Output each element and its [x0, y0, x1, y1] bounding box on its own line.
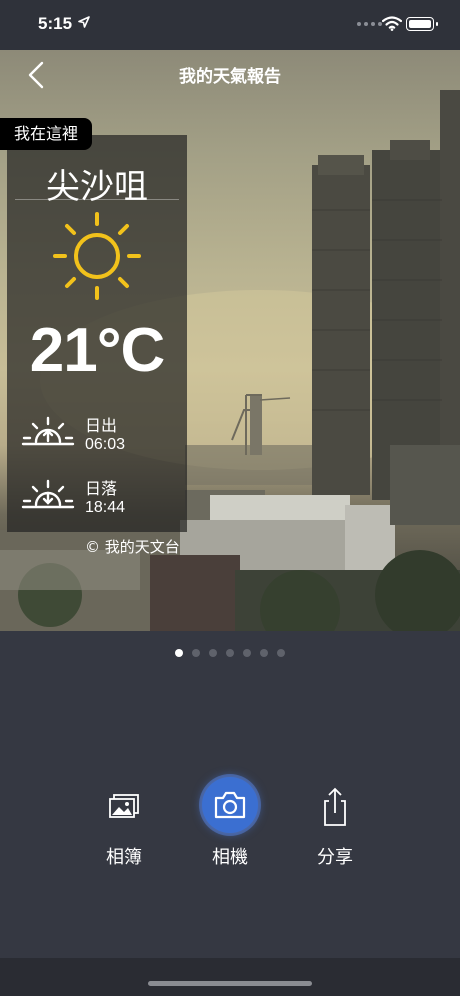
sunrise-label: 日出	[85, 416, 118, 435]
divider	[15, 199, 179, 200]
sunset-time: 18:44	[85, 499, 126, 516]
battery-icon	[406, 17, 438, 31]
camera-icon	[214, 791, 246, 819]
wifi-icon	[382, 16, 402, 31]
location-arrow-icon	[78, 16, 90, 28]
sunrise-icon	[21, 416, 75, 446]
cellular-signal-icon	[357, 22, 382, 26]
photo-album-icon	[109, 794, 139, 818]
page-dot[interactable]	[260, 649, 268, 657]
album-label: 相簿	[106, 847, 142, 868]
status-bar: 5:15	[0, 0, 460, 50]
page-dot[interactable]	[277, 649, 285, 657]
sunset-icon	[21, 479, 75, 509]
page-dot[interactable]	[209, 649, 217, 657]
sunrise-time: 06:03	[85, 436, 126, 453]
sunset-label: 日落	[85, 479, 118, 498]
page-indicator[interactable]	[0, 649, 460, 657]
screen: 5:15 我的天氣報告 尖沙咀 21°C 日出 06:03 日落 18:44 我…	[0, 0, 460, 996]
camera-label: 相機	[212, 847, 248, 868]
share-icon	[324, 787, 346, 826]
weather-card: 尖沙咀 21°C 日出 06:03 日落 18:44	[7, 135, 187, 532]
page-dot[interactable]	[175, 649, 183, 657]
copyright-text: © 我的天文台	[85, 538, 180, 556]
location-tag: 我在這裡	[0, 118, 93, 150]
bottom-bar	[0, 958, 460, 996]
page-dot[interactable]	[192, 649, 200, 657]
status-time: 5:15	[38, 14, 73, 33]
sunny-icon	[53, 212, 141, 300]
home-indicator[interactable]	[148, 981, 312, 986]
share-label: 分享	[317, 847, 353, 868]
camera-button[interactable]: 相機	[190, 777, 270, 868]
sunset-row: 日落 18:44	[21, 478, 181, 522]
sunrise-row: 日出 06:03	[21, 415, 181, 459]
album-button[interactable]: 相簿	[84, 777, 164, 868]
district-name: 尖沙咀	[46, 167, 148, 207]
page-dot[interactable]	[243, 649, 251, 657]
share-button[interactable]: 分享	[295, 777, 375, 868]
page-title: 我的天氣報告	[179, 67, 281, 87]
page-dot[interactable]	[226, 649, 234, 657]
temperature: 21°C	[29, 316, 166, 385]
